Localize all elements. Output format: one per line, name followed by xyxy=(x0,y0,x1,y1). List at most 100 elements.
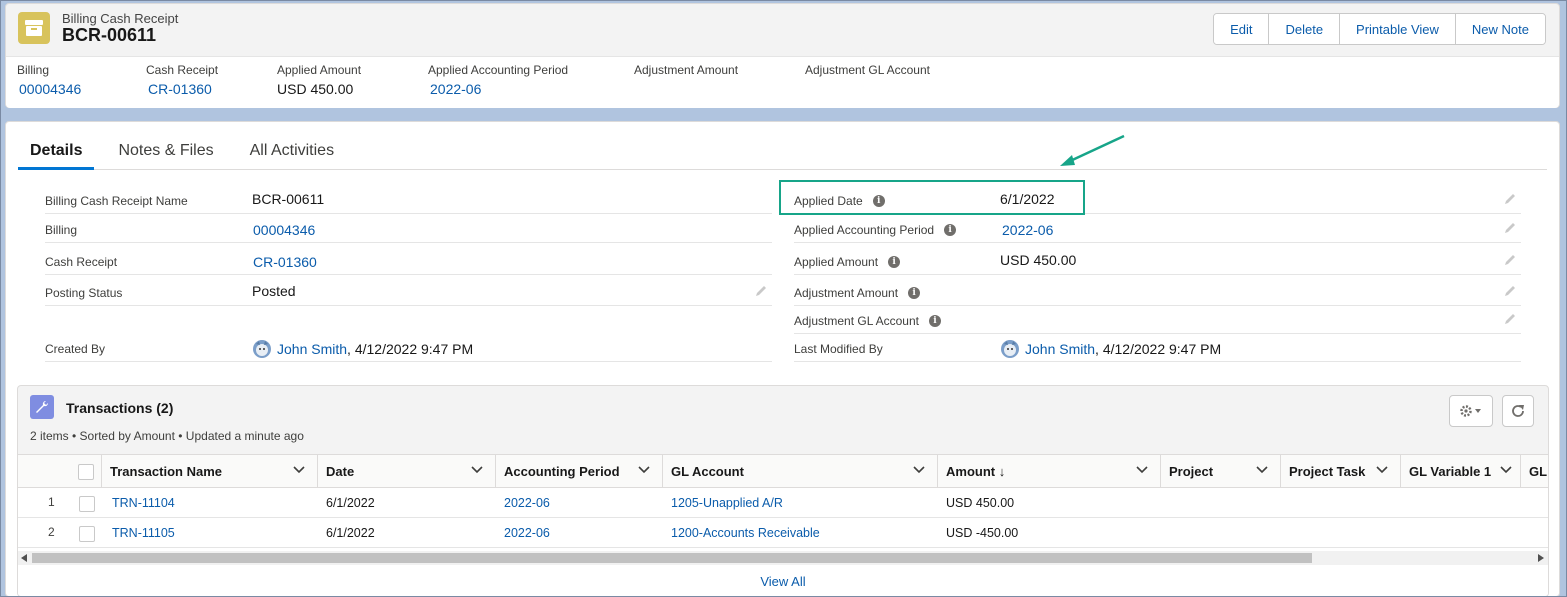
edit-pencil-icon[interactable] xyxy=(1503,312,1517,326)
edit-button[interactable]: Edit xyxy=(1214,14,1270,44)
col-gl-variable-1[interactable]: GL Variable 1 xyxy=(1401,455,1521,488)
scrollbar-thumb[interactable] xyxy=(32,553,1312,563)
billing-cash-receipt-icon xyxy=(18,12,50,44)
field-value: John Smith , 4/12/2022 9:47 PM xyxy=(252,339,473,359)
field-posting-status: Posting Status Posted xyxy=(45,278,772,306)
col-gl-truncated[interactable]: GL xyxy=(1521,455,1548,488)
column-label: Transaction Name xyxy=(110,464,222,479)
transaction-name-link[interactable]: TRN-11105 xyxy=(112,526,175,540)
col-project[interactable]: Project xyxy=(1161,455,1281,488)
refresh-icon xyxy=(1512,405,1524,417)
edit-pencil-icon[interactable] xyxy=(1503,253,1517,267)
info-icon[interactable]: i xyxy=(928,315,941,327)
chevron-down-icon[interactable] xyxy=(1256,466,1268,474)
column-label: Accounting Period xyxy=(504,464,620,479)
scroll-right-icon[interactable] xyxy=(1538,554,1544,562)
highlight-billing: Billing 00004346 xyxy=(17,63,81,97)
chevron-down-icon[interactable] xyxy=(471,466,483,474)
row-number: 1 xyxy=(48,495,55,509)
gear-icon xyxy=(1460,405,1481,417)
field-label: Applied Amount i xyxy=(794,255,901,269)
created-by-date: , 4/12/2022 9:47 PM xyxy=(347,341,474,357)
user-avatar-icon xyxy=(1001,340,1019,358)
highlight-applied-amount: Applied Amount USD 450.00 xyxy=(277,63,361,97)
view-all-label[interactable]: View All xyxy=(760,574,805,589)
delete-button[interactable]: Delete xyxy=(1269,14,1341,44)
applied-period-link[interactable]: 2022-06 xyxy=(430,81,568,97)
info-icon[interactable]: i xyxy=(944,224,957,236)
highlight-cash-receipt: Cash Receipt CR-01360 xyxy=(146,63,218,97)
chevron-down-icon[interactable] xyxy=(638,466,650,474)
field-label: Posting Status xyxy=(45,286,123,300)
amount-cell: USD -450.00 xyxy=(946,526,1019,540)
field-label-text: Adjustment GL Account xyxy=(794,314,919,328)
chevron-down-icon[interactable] xyxy=(1376,466,1388,474)
record-tabs: Details Notes & Files All Activities xyxy=(18,136,1547,170)
billing-field-link[interactable]: 00004346 xyxy=(253,222,315,238)
cash-receipt-field-link[interactable]: CR-01360 xyxy=(253,254,317,270)
annotation-highlight-box xyxy=(779,180,1085,215)
chevron-down-icon[interactable] xyxy=(913,466,925,474)
col-date[interactable]: Date xyxy=(318,455,496,488)
table-header: Transaction Name Date Accounting Period … xyxy=(18,454,1548,488)
cash-receipt-link[interactable]: CR-01360 xyxy=(148,81,218,97)
highlight-adjustment-amount: Adjustment Amount xyxy=(634,63,738,81)
created-by-user-link[interactable]: John Smith xyxy=(277,341,347,357)
edit-pencil-icon[interactable] xyxy=(1503,284,1517,298)
tab-all-activities[interactable]: All Activities xyxy=(238,136,346,170)
select-all-header xyxy=(70,455,102,488)
highlight-label: Applied Amount xyxy=(277,63,362,77)
edit-pencil-icon[interactable] xyxy=(1503,221,1517,235)
highlight-applied-period: Applied Accounting Period 2022-06 xyxy=(428,63,568,97)
wrench-icon xyxy=(30,395,54,419)
col-project-task[interactable]: Project Task xyxy=(1281,455,1401,488)
tab-details[interactable]: Details xyxy=(18,136,95,170)
scroll-left-icon[interactable] xyxy=(21,554,27,562)
column-label: GL xyxy=(1529,464,1548,479)
field-label: Created By xyxy=(45,342,106,356)
field-billing-cash-receipt-name: Billing Cash Receipt Name BCR-00611 xyxy=(45,186,772,214)
edit-pencil-icon[interactable] xyxy=(1503,192,1517,206)
period-link[interactable]: 2022-06 xyxy=(504,526,550,540)
col-accounting-period[interactable]: Accounting Period xyxy=(496,455,663,488)
horizontal-scrollbar[interactable] xyxy=(18,551,1548,565)
refresh-button[interactable] xyxy=(1502,395,1534,427)
record-highlights: Billing Cash Receipt BCR-00611 Edit Dele… xyxy=(5,3,1560,108)
select-all-checkbox[interactable] xyxy=(78,464,94,480)
row-checkbox[interactable] xyxy=(79,496,95,512)
info-icon[interactable]: i xyxy=(888,256,901,268)
col-amount[interactable]: Amount ↓ xyxy=(938,455,1161,488)
row-checkbox[interactable] xyxy=(79,526,95,542)
applied-period-field-link[interactable]: 2022-06 xyxy=(1002,222,1053,238)
col-transaction-name[interactable]: Transaction Name xyxy=(102,455,318,488)
field-label: Applied Accounting Period i xyxy=(794,223,957,237)
billing-link[interactable]: 00004346 xyxy=(19,81,81,97)
modified-by-date: , 4/12/2022 9:47 PM xyxy=(1095,341,1222,357)
modified-by-user-link[interactable]: John Smith xyxy=(1025,341,1095,357)
printable-view-button[interactable]: Printable View xyxy=(1340,14,1456,44)
col-gl-account[interactable]: GL Account xyxy=(663,455,938,488)
transaction-name-link[interactable]: TRN-11104 xyxy=(112,496,175,510)
gl-account-link[interactable]: 1200-Accounts Receivable xyxy=(671,526,820,540)
info-icon[interactable]: i xyxy=(908,287,921,299)
tab-notes-files[interactable]: Notes & Files xyxy=(106,136,225,170)
field-adjustment-amount: Adjustment Amount i xyxy=(794,278,1521,306)
table-row: 1 TRN-11104 6/1/2022 2022-06 1205-Unappl… xyxy=(18,488,1548,518)
column-label: GL Account xyxy=(671,464,744,479)
view-all-link[interactable]: View All xyxy=(18,574,1548,589)
field-value: John Smith , 4/12/2022 9:47 PM xyxy=(1000,339,1221,359)
field-applied-amount: Applied Amount i USD 450.00 xyxy=(794,247,1521,275)
list-settings-button[interactable] xyxy=(1449,395,1493,427)
row-number: 2 xyxy=(48,525,55,539)
period-link[interactable]: 2022-06 xyxy=(504,496,550,510)
edit-pencil-icon[interactable] xyxy=(754,284,768,298)
related-list-title[interactable]: Transactions (2) xyxy=(66,400,173,416)
chevron-down-icon[interactable] xyxy=(293,466,305,474)
chevron-down-icon[interactable] xyxy=(1500,466,1512,474)
new-note-button[interactable]: New Note xyxy=(1455,14,1545,44)
column-label: GL Variable 1 xyxy=(1409,464,1492,479)
gl-account-link[interactable]: 1205-Unapplied A/R xyxy=(671,496,783,510)
field-value: BCR-00611 xyxy=(252,191,325,207)
chevron-down-icon[interactable] xyxy=(1136,466,1148,474)
transactions-related-list: Transactions (2) 2 items • Sorted by Amo… xyxy=(17,385,1549,597)
